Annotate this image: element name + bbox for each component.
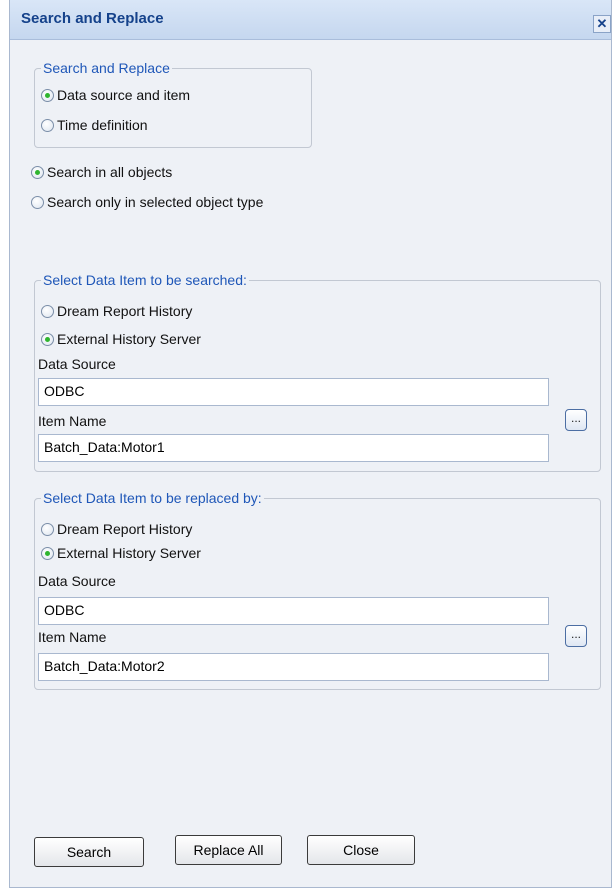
radio-label: Time definition xyxy=(57,117,148,133)
radio-checked-icon xyxy=(41,332,54,346)
search-replace-dialog: Search and Replace ✕ Search and Replace … xyxy=(9,0,612,888)
radio-checked-icon xyxy=(31,165,44,179)
replace-data-source-label: Data Source xyxy=(38,573,116,589)
search-browse-button[interactable]: ... xyxy=(565,409,587,431)
replace-data-source-input[interactable]: ODBC xyxy=(38,597,549,625)
replace-item-name-label: Item Name xyxy=(38,629,107,645)
replace-item-name-input[interactable]: Batch_Data:Motor2 xyxy=(38,653,549,681)
mode-group: Search and Replace xyxy=(34,60,312,148)
radio-unchecked-icon xyxy=(31,195,44,209)
radio-unchecked-icon xyxy=(41,522,54,536)
search-button[interactable]: Search xyxy=(34,837,144,867)
close-icon[interactable]: ✕ xyxy=(593,15,611,33)
search-data-source-input[interactable]: ODBC xyxy=(38,378,549,406)
search-group-legend: Select Data Item to be searched: xyxy=(43,272,247,288)
replace-group-legend: Select Data Item to be replaced by: xyxy=(43,490,262,506)
radio-label: Search in all objects xyxy=(47,164,173,180)
radio-time-definition[interactable]: Time definition xyxy=(41,117,148,133)
radio-checked-icon xyxy=(41,546,54,560)
radio-unchecked-icon xyxy=(41,304,54,318)
radio-label: Dream Report History xyxy=(57,521,193,537)
radio-checked-icon xyxy=(41,88,54,102)
radio-search-all-objects[interactable]: Search in all objects xyxy=(31,164,172,180)
radio-label: Search only in selected object type xyxy=(47,194,264,210)
replace-browse-button[interactable]: ... xyxy=(565,625,587,647)
replace-all-button[interactable]: Replace All xyxy=(175,835,282,865)
radio-search-selected-object-type[interactable]: Search only in selected object type xyxy=(31,194,263,210)
radio-data-source-and-item[interactable]: Data source and item xyxy=(41,87,190,103)
mode-group-legend: Search and Replace xyxy=(43,60,170,76)
radio-replace-dream-report-history[interactable]: Dream Report History xyxy=(41,521,192,537)
search-data-source-label: Data Source xyxy=(38,356,116,372)
radio-label: Data source and item xyxy=(57,87,191,103)
radio-search-dream-report-history[interactable]: Dream Report History xyxy=(41,303,192,319)
radio-unchecked-icon xyxy=(41,118,54,132)
radio-label: Dream Report History xyxy=(57,303,193,319)
title-bar[interactable]: Search and Replace ✕ xyxy=(10,0,611,40)
search-item-name-label: Item Name xyxy=(38,413,107,429)
radio-label: External History Server xyxy=(57,545,201,561)
radio-search-external-history-server[interactable]: External History Server xyxy=(41,331,201,347)
dialog-title: Search and Replace xyxy=(21,10,164,27)
search-item-name-input[interactable]: Batch_Data:Motor1 xyxy=(38,434,549,462)
radio-replace-external-history-server[interactable]: External History Server xyxy=(41,545,201,561)
close-button[interactable]: Close xyxy=(307,835,415,865)
radio-label: External History Server xyxy=(57,331,201,347)
